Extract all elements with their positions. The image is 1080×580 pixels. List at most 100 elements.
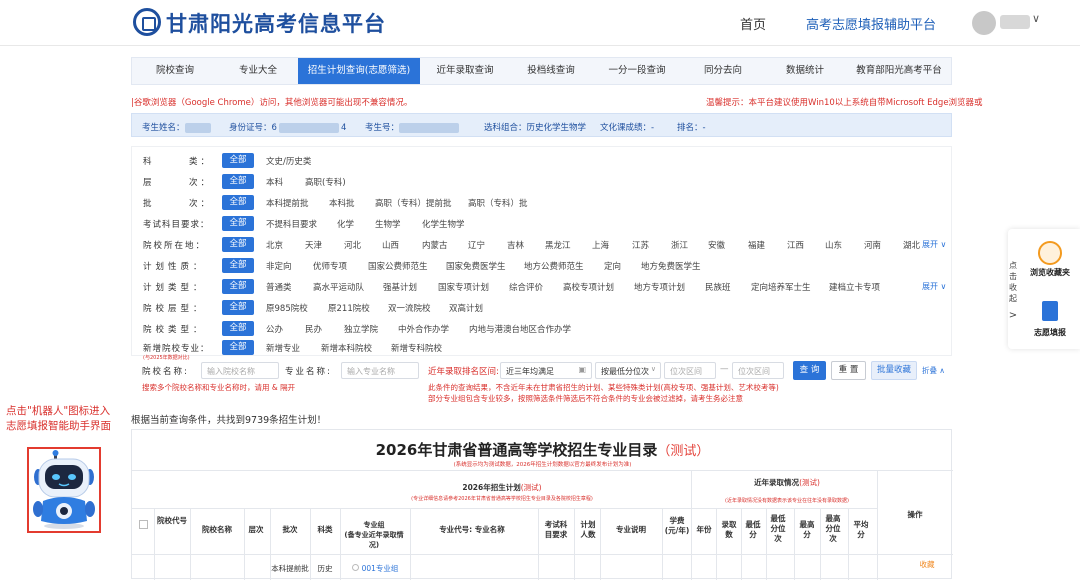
filter-option[interactable]: 地方专项计划 <box>634 281 685 293</box>
filter-option[interactable]: 本科批 <box>329 197 355 209</box>
filter-option[interactable]: 黑龙江 <box>545 239 571 251</box>
rank-min-input[interactable]: 位次区间 <box>664 362 716 379</box>
filter-option[interactable]: 独立学院 <box>344 323 378 335</box>
browse-favorites-button[interactable]: 浏览收藏夹 <box>1022 267 1078 278</box>
filter-all-button[interactable]: 全部 <box>222 258 254 273</box>
tab-moe-platform[interactable]: 教育部阳光高考平台 <box>846 58 952 84</box>
filter-option[interactable]: 国家免费医学生 <box>446 260 506 272</box>
filter-option[interactable]: 江西 <box>787 239 804 251</box>
filter-option[interactable]: 山东 <box>825 239 842 251</box>
filter-option[interactable]: 地方公费师范生 <box>524 260 584 272</box>
rank-max-input[interactable]: 位次区间 <box>732 362 784 379</box>
filter-option[interactable]: 非定向 <box>266 260 292 272</box>
order-select[interactable]: 按最低分位次 ∨ <box>595 362 661 379</box>
filter-option[interactable]: 本科提前批 <box>266 197 309 209</box>
filter-option[interactable]: 安徽 <box>708 239 725 251</box>
filter-option[interactable]: 国家专项计划 <box>438 281 489 293</box>
filter-all-button[interactable]: 全部 <box>222 279 254 294</box>
filter-all-button[interactable]: 全部 <box>222 153 254 168</box>
filter-option[interactable]: 高职(专科) <box>305 176 346 188</box>
user-name-redacted[interactable] <box>1000 15 1030 29</box>
volunteer-form-icon[interactable] <box>1042 301 1058 321</box>
filter-option[interactable]: 生物学 <box>375 218 401 230</box>
select-all-checkbox[interactable] <box>132 520 154 532</box>
filter-option[interactable]: 不提科目要求 <box>266 218 317 230</box>
filter-option[interactable]: 公办 <box>266 323 283 335</box>
filter-option[interactable]: 江苏 <box>632 239 649 251</box>
filter-option[interactable]: 本科 <box>266 176 283 188</box>
filter-option[interactable]: 化学生物学 <box>422 218 465 230</box>
query-button[interactable]: 查 询 <box>793 361 826 380</box>
user-avatar[interactable] <box>972 11 996 35</box>
filter-option[interactable]: 中外合作办学 <box>398 323 449 335</box>
tab-statistics[interactable]: 数据统计 <box>764 58 846 84</box>
filter-option[interactable]: 天津 <box>305 239 322 251</box>
school-name-input[interactable]: 输入院校名称 <box>201 362 279 379</box>
favorite-button[interactable]: 收藏 <box>912 560 942 570</box>
tab-enrollment-plan[interactable]: 招生计划查询(志愿筛选) <box>298 58 420 84</box>
nav-home-link[interactable]: 首页 <box>740 14 766 33</box>
filter-option[interactable]: 原211院校 <box>328 302 370 314</box>
filter-all-button[interactable]: 全部 <box>222 340 254 355</box>
expand-plan-type-button[interactable]: 展开 ∨ <box>922 281 946 292</box>
filter-option[interactable]: 浙江 <box>671 239 688 251</box>
filter-option[interactable]: 上海 <box>592 239 609 251</box>
reset-button[interactable]: 重 置 <box>831 361 866 380</box>
tab-recent-admission[interactable]: 近年录取查询 <box>420 58 510 84</box>
tab-cutoff-line[interactable]: 投档线查询 <box>510 58 592 84</box>
filter-option[interactable]: 湖北 <box>903 239 920 251</box>
filter-option[interactable]: 强基计划 <box>383 281 417 293</box>
side-collapse-toggle[interactable]: 点击收起 > <box>1004 260 1022 321</box>
filter-option[interactable]: 新增专业 <box>266 342 300 354</box>
nav-assistant-link[interactable]: 高考志愿填报辅助平台 <box>806 14 936 33</box>
filter-option[interactable]: 双高计划 <box>449 302 483 314</box>
filter-option[interactable]: 河北 <box>344 239 361 251</box>
filter-all-button[interactable]: 全部 <box>222 174 254 189</box>
expand-location-button[interactable]: 展开 ∨ <box>922 239 946 250</box>
filter-option[interactable]: 定向 <box>604 260 621 272</box>
site-title[interactable]: 甘肃阳光高考信息平台 <box>166 8 386 38</box>
filter-option[interactable]: 化学 <box>337 218 354 230</box>
filter-option[interactable]: 优师专项 <box>313 260 347 272</box>
filter-option[interactable]: 综合评价 <box>509 281 543 293</box>
filter-all-button[interactable]: 全部 <box>222 300 254 315</box>
filter-option[interactable]: 新增本科院校 <box>321 342 372 354</box>
filter-option[interactable]: 高职（专科）批 <box>468 197 528 209</box>
tab-major-list[interactable]: 专业大全 <box>218 58 298 84</box>
robot-icon[interactable] <box>29 449 99 531</box>
filter-option[interactable]: 双一流院校 <box>388 302 431 314</box>
filter-option[interactable]: 新增专科院校 <box>391 342 442 354</box>
favorites-icon[interactable] <box>1038 241 1062 265</box>
filter-option[interactable]: 吉林 <box>507 239 524 251</box>
filter-option[interactable]: 地方免费医学生 <box>641 260 701 272</box>
years-select[interactable]: 近三年均满足 ▣ <box>500 362 592 379</box>
site-emblem-icon[interactable] <box>133 8 161 36</box>
fill-volunteer-button[interactable]: 志愿填报 <box>1022 327 1078 338</box>
filter-option[interactable]: 山西 <box>382 239 399 251</box>
user-menu-chevron-icon[interactable]: ∨ <box>1032 12 1040 25</box>
filter-all-button[interactable]: 全部 <box>222 195 254 210</box>
tab-school-query[interactable]: 院校查询 <box>132 58 218 84</box>
collapse-button[interactable]: 折叠 ∧ <box>922 365 945 376</box>
filter-option[interactable]: 民族班 <box>705 281 731 293</box>
filter-option[interactable]: 福建 <box>748 239 765 251</box>
filter-option[interactable]: 北京 <box>266 239 283 251</box>
filter-option[interactable]: 原985院校 <box>266 302 308 314</box>
filter-option[interactable]: 高水平运动队 <box>313 281 364 293</box>
filter-option[interactable]: 内地与港澳台地区合作办学 <box>469 323 571 335</box>
tab-same-score[interactable]: 同分去向 <box>682 58 764 84</box>
robot-assistant-button[interactable] <box>27 447 101 533</box>
filter-option[interactable]: 建档立卡专项 <box>829 281 880 293</box>
filter-option[interactable]: 高职（专科）提前批 <box>375 197 452 209</box>
filter-option[interactable]: 辽宁 <box>468 239 485 251</box>
filter-option[interactable]: 内蒙古 <box>422 239 448 251</box>
filter-all-button[interactable]: 全部 <box>222 237 254 252</box>
filter-option[interactable]: 河南 <box>864 239 881 251</box>
filter-option[interactable]: 定向培养军士生 <box>751 281 811 293</box>
filter-option[interactable]: 民办 <box>305 323 322 335</box>
filter-all-button[interactable]: 全部 <box>222 216 254 231</box>
major-name-input[interactable]: 输入专业名称 <box>341 362 419 379</box>
batch-favorite-button[interactable]: 批量收藏 <box>871 361 917 380</box>
filter-option[interactable]: 普通类 <box>266 281 292 293</box>
filter-all-button[interactable]: 全部 <box>222 321 254 336</box>
